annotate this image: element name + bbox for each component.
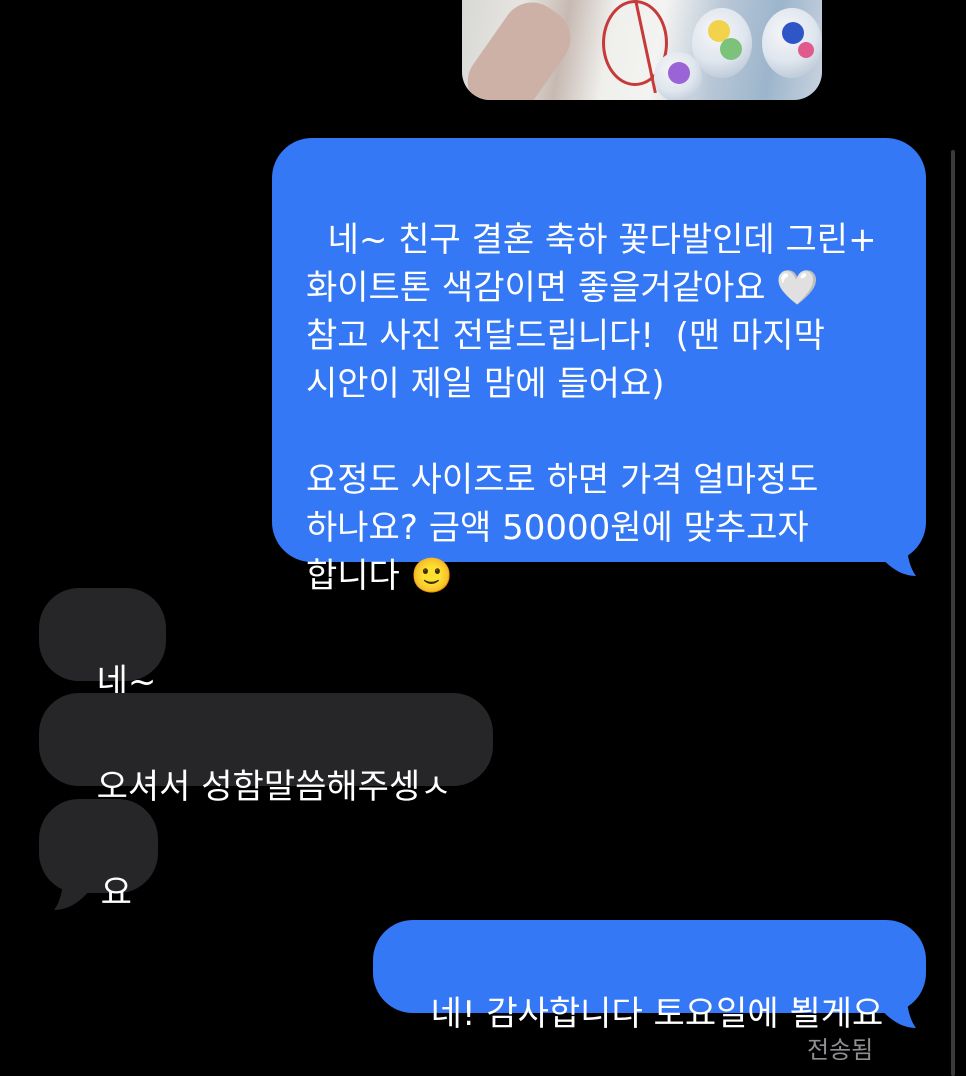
bubble-tail (880, 996, 916, 1028)
message-text: 요 (100, 873, 132, 913)
scrollbar[interactable] (951, 150, 955, 1076)
photo-flower (668, 62, 690, 84)
photo-flower (798, 42, 814, 58)
outgoing-message-bubble[interactable]: 네! 감사합니다 토요일에 뵐게요 (373, 920, 926, 1034)
message-text: 오셔서 성함말씀해주셍ㅅ (96, 767, 452, 807)
incoming-message-bubble[interactable]: 오셔서 성함말씀해주셍ㅅ (39, 693, 493, 807)
message-text: 네~ 친구 결혼 축하 꽃다발인데 그린+ 화이트톤 색감이면 좋을거같아요 🤍… (306, 220, 877, 596)
delivery-status: 전송됨 (807, 1036, 874, 1064)
outgoing-message-bubble[interactable]: 네~ 친구 결혼 축하 꽃다발인데 그린+ 화이트톤 색감이면 좋을거같아요 🤍… (272, 138, 926, 596)
photo-flower (782, 22, 804, 44)
shared-photo[interactable] (462, 0, 822, 100)
photo-flower (720, 38, 742, 60)
bubble-tail (54, 878, 90, 910)
message-text: 네! 감사합니다 토요일에 뵐게요 (430, 994, 884, 1034)
bubble-tail (880, 544, 916, 576)
incoming-message-bubble[interactable]: 네~ (39, 588, 166, 702)
photo-arm (462, 0, 583, 100)
